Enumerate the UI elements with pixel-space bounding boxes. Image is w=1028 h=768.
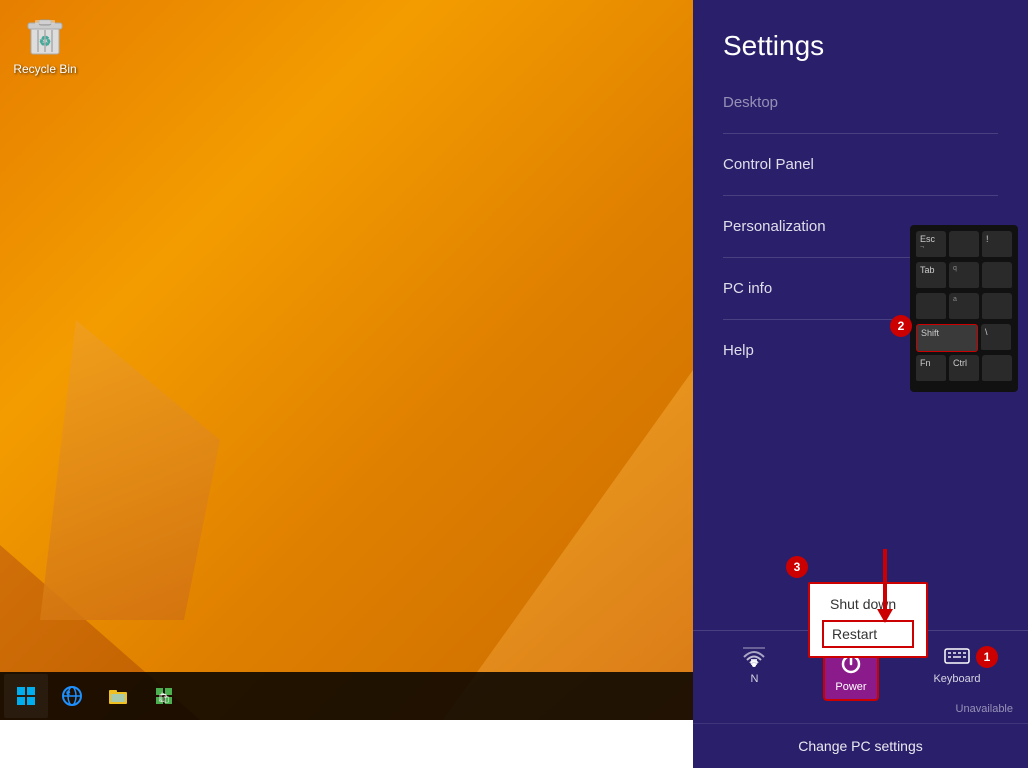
recycle-bin-label: Recycle Bin: [13, 62, 76, 76]
esc-key[interactable]: Esc¬: [916, 231, 946, 259]
ctrl-key[interactable]: Ctrl: [949, 355, 979, 383]
settings-title: Settings: [693, 0, 1028, 82]
network-button[interactable]: N: [740, 641, 768, 701]
extra-key-2[interactable]: !: [982, 231, 1012, 259]
svg-text:e: e: [66, 688, 71, 697]
ie-button[interactable]: e: [50, 674, 94, 718]
start-button[interactable]: [4, 674, 48, 718]
q-key[interactable]: q: [949, 262, 979, 290]
recycle-bin-icon[interactable]: ♻ Recycle Bin: [10, 10, 80, 76]
a-key[interactable]: a: [949, 293, 979, 321]
taskbar: e 🛍: [0, 672, 693, 720]
w-key[interactable]: [982, 262, 1012, 290]
keyboard-label: Keyboard: [933, 673, 980, 685]
divider-2: [723, 195, 998, 196]
fn-key[interactable]: Fn: [916, 355, 946, 383]
power-label: Power: [835, 681, 866, 693]
store-button[interactable]: 🛍: [142, 674, 186, 718]
step-1-badge: 1: [976, 646, 998, 668]
keyboard-button[interactable]: Keyboard: [933, 641, 980, 701]
settings-item-control-panel[interactable]: Control Panel: [723, 144, 998, 185]
settings-panel: Settings Desktop Control Panel Personali…: [693, 0, 1028, 768]
svg-text:🛍: 🛍: [158, 692, 171, 704]
explorer-button[interactable]: [96, 674, 140, 718]
red-arrow: [877, 549, 893, 623]
step-3-badge: 3: [786, 556, 808, 578]
keyboard-overlay: Esc¬ ! Tab q a Shift \ Fn Ctrl: [910, 225, 1018, 392]
tab-key[interactable]: Tab: [916, 262, 946, 290]
extra-key-1[interactable]: [949, 231, 979, 259]
change-pc-settings[interactable]: Change PC settings: [693, 723, 1028, 768]
backslash-key[interactable]: \: [981, 324, 1011, 352]
extra-bottom[interactable]: [982, 355, 1012, 383]
settings-item-desktop[interactable]: Desktop: [723, 82, 998, 123]
divider-1: [723, 133, 998, 134]
unavailable-label: Unavailable: [693, 703, 1028, 715]
power-popup: Shut down Restart: [808, 582, 928, 658]
s-key[interactable]: [982, 293, 1012, 321]
restart-option[interactable]: Restart: [822, 620, 914, 648]
shutdown-option[interactable]: Shut down: [822, 592, 914, 616]
network-label: N: [750, 673, 758, 685]
shift-key[interactable]: Shift: [916, 324, 978, 352]
desktop: ♻ Recycle Bin e: [0, 0, 693, 720]
caps-key[interactable]: [916, 293, 946, 321]
step-2-badge: 2: [890, 315, 912, 337]
